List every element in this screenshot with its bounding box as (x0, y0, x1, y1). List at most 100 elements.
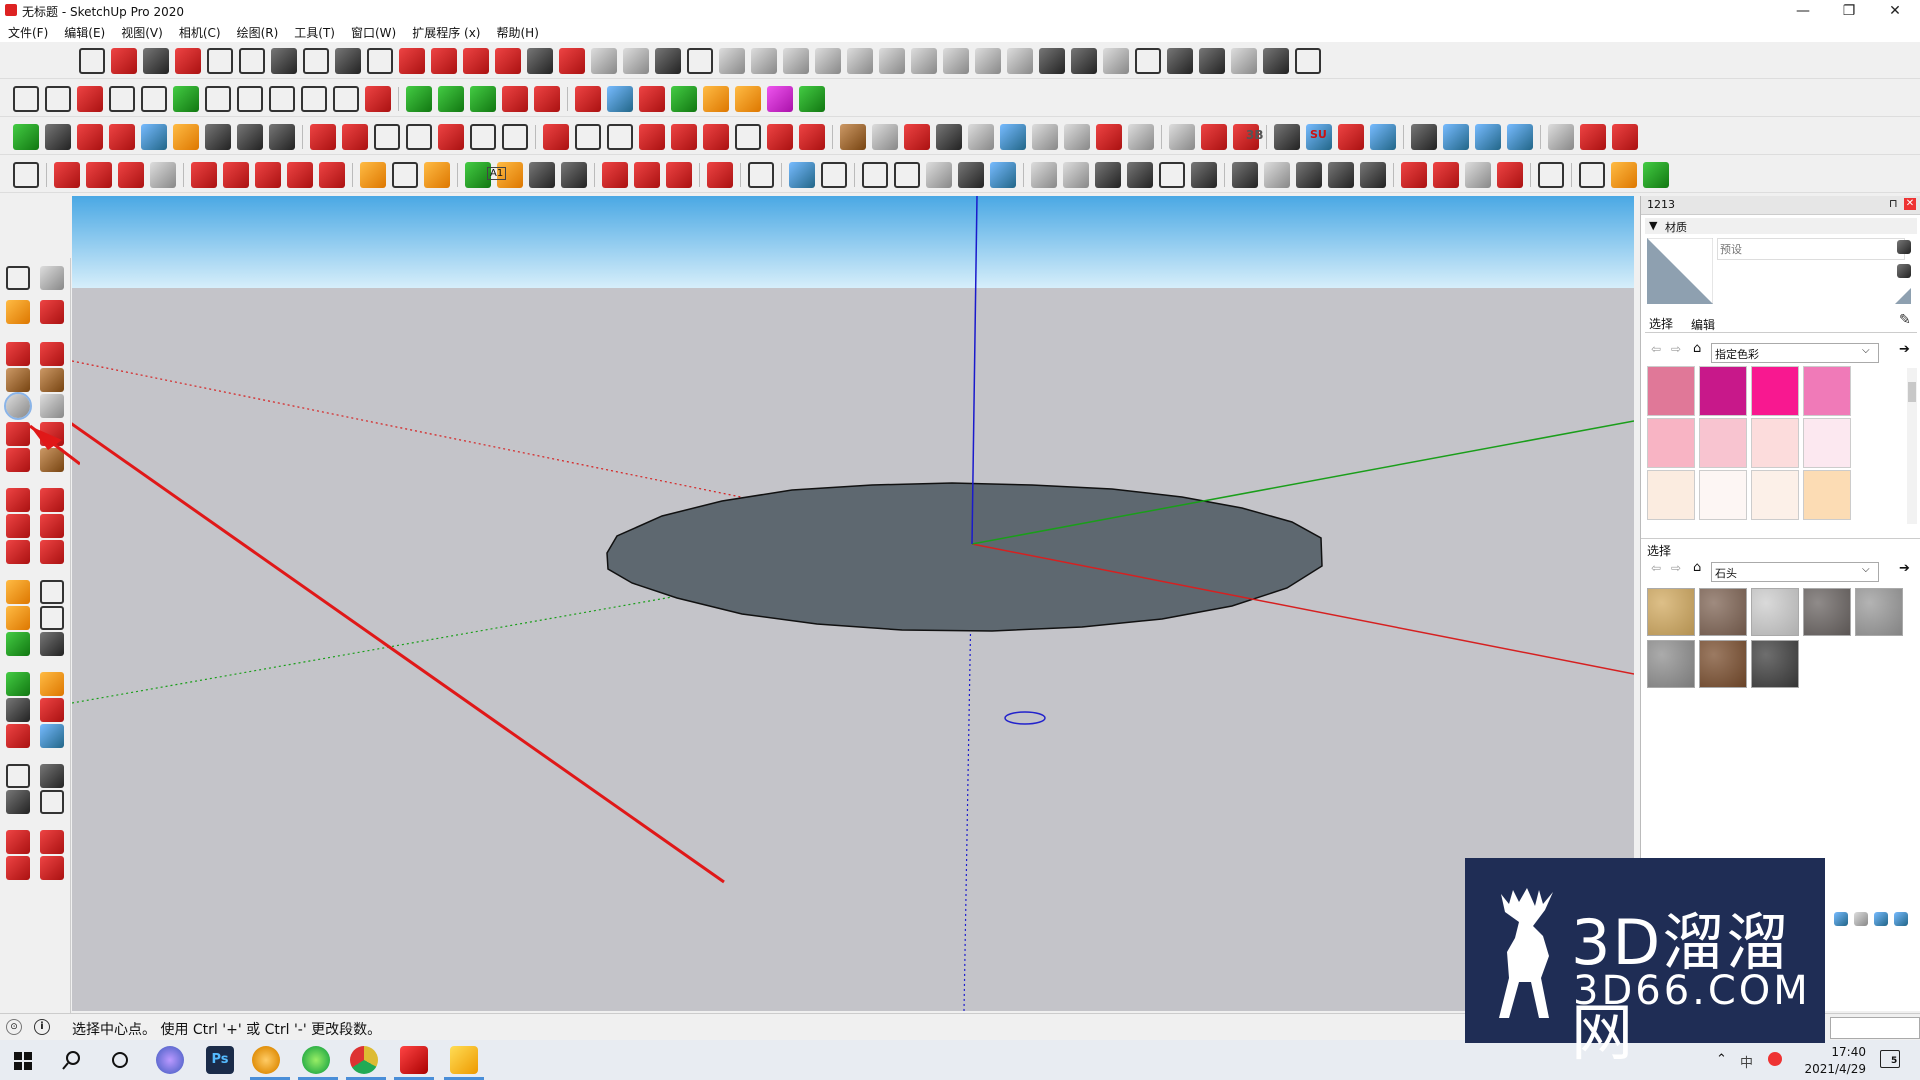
shirt-icon[interactable] (1874, 912, 1888, 926)
walk-icon[interactable] (205, 124, 231, 150)
fan-2-icon[interactable] (847, 48, 873, 74)
select-icon[interactable] (6, 266, 30, 290)
texture-swatch[interactable] (1751, 640, 1799, 688)
iso-icon[interactable] (1031, 162, 1057, 188)
details-arrow-icon[interactable]: ➔ (1899, 342, 1910, 357)
zoom-extents-2-icon[interactable] (561, 162, 587, 188)
details-arrow-icon-2[interactable]: ➔ (1899, 561, 1910, 576)
photoshop-app-icon[interactable]: Ps (206, 1046, 234, 1074)
keyboard-icon[interactable] (1834, 912, 1848, 926)
look-icon[interactable] (237, 124, 263, 150)
freehand-2-icon[interactable] (40, 342, 64, 366)
notification-icon[interactable]: 5 (1880, 1050, 1900, 1068)
materials-header[interactable]: ▼ 材质 (1645, 218, 1917, 234)
chair-icon[interactable] (310, 124, 336, 150)
color-swatch[interactable] (1803, 366, 1851, 416)
triangle-icon[interactable] (559, 48, 585, 74)
component-icon[interactable] (1295, 48, 1321, 74)
rotate-icon[interactable] (287, 162, 313, 188)
geo-location-icon[interactable]: ⊙ (6, 1019, 22, 1035)
rect-icon[interactable] (205, 86, 231, 112)
move-2-icon[interactable] (6, 488, 30, 512)
palm-icon[interactable] (655, 48, 681, 74)
lasso-icon[interactable] (703, 124, 729, 150)
select-arrow-icon[interactable] (13, 162, 39, 188)
tab-select[interactable]: 选择 (1649, 315, 1673, 332)
flower-icon[interactable] (1096, 124, 1122, 150)
menu-file[interactable]: 文件(F) (0, 24, 56, 41)
freehand-icon[interactable] (86, 162, 112, 188)
pin-icon[interactable]: ⊓ (1889, 197, 1898, 210)
ruby-2-icon[interactable] (40, 856, 64, 880)
column-icon[interactable] (591, 48, 617, 74)
cube-blue-3-icon[interactable] (1507, 124, 1533, 150)
previous-view-icon[interactable] (40, 724, 64, 748)
home-icon[interactable]: ⌂ (1693, 341, 1701, 356)
push-f-icon[interactable] (767, 86, 793, 112)
texture-swatch[interactable] (1647, 588, 1695, 636)
extension-2-icon[interactable] (6, 856, 30, 880)
file-explorer-icon[interactable] (450, 1046, 478, 1074)
menu-camera[interactable]: 相机(C) (171, 24, 229, 41)
arch-icon[interactable] (975, 48, 1001, 74)
curve-4-icon[interactable] (109, 86, 135, 112)
measurements-box[interactable] (1830, 1017, 1920, 1039)
render-3-icon[interactable] (1465, 162, 1491, 188)
window-2-icon[interactable] (1612, 124, 1638, 150)
bars-icon[interactable] (438, 124, 464, 150)
shield-icon[interactable] (1579, 162, 1605, 188)
color-swatch[interactable] (1647, 418, 1695, 468)
push-r-icon[interactable] (639, 86, 665, 112)
layer-icon[interactable] (1264, 162, 1290, 188)
fence-icon[interactable] (623, 48, 649, 74)
rectangle-icon[interactable] (6, 368, 30, 392)
corner-icon[interactable] (399, 48, 425, 74)
user-icon[interactable] (748, 162, 774, 188)
color-swatch[interactable] (1751, 470, 1799, 520)
brush-icon[interactable] (1128, 124, 1154, 150)
wall-icon[interactable] (1039, 48, 1065, 74)
octagon-icon[interactable] (438, 86, 464, 112)
push-pull-icon[interactable] (191, 162, 217, 188)
color-swatch[interactable] (1751, 418, 1799, 468)
windows-start-icon[interactable] (14, 1052, 32, 1070)
xray-icon[interactable] (789, 162, 815, 188)
stack-icon[interactable] (1000, 124, 1026, 150)
text-2-icon[interactable] (40, 606, 64, 630)
monochrome-icon[interactable] (990, 162, 1016, 188)
color-swatch[interactable] (1803, 418, 1851, 468)
scale-2-icon[interactable] (6, 540, 30, 564)
stair-2-icon[interactable] (943, 48, 969, 74)
color-swatch[interactable] (1751, 366, 1799, 416)
forward-icon-2[interactable]: ⇨ (1671, 561, 1681, 575)
menu-tools[interactable]: 工具(T) (286, 24, 343, 41)
layer-4-icon[interactable] (1360, 162, 1386, 188)
grid-icon[interactable] (1894, 912, 1908, 926)
push-n-icon[interactable] (703, 86, 729, 112)
box-2-icon[interactable] (840, 124, 866, 150)
hatch-2-icon[interactable] (1199, 48, 1225, 74)
home-icon-2[interactable]: ⌂ (1693, 560, 1701, 575)
default-material-icon[interactable] (1895, 288, 1911, 304)
section-plane-icon[interactable] (40, 790, 64, 814)
offset-icon[interactable] (40, 540, 64, 564)
library-select-stone[interactable]: 石头 ⌵ (1711, 562, 1879, 582)
panel-2-icon[interactable] (502, 124, 528, 150)
draw-line-icon[interactable] (79, 48, 105, 74)
slope-icon[interactable] (783, 48, 809, 74)
warehouse-icon[interactable] (602, 162, 628, 188)
axes-icon[interactable] (6, 632, 30, 656)
tab-edit[interactable]: 编辑 (1691, 316, 1715, 333)
column-2-icon[interactable] (1135, 48, 1161, 74)
push-v-icon[interactable] (671, 86, 697, 112)
color-swatch[interactable] (1647, 366, 1695, 416)
shaded-texture-icon[interactable] (958, 162, 984, 188)
curve-2-icon[interactable] (45, 86, 71, 112)
badge-3b[interactable]: 3B (1246, 128, 1264, 142)
swatch-scrollbar[interactable] (1907, 368, 1917, 524)
look-around-icon[interactable] (40, 764, 64, 788)
forward-icon[interactable]: ⇨ (1671, 342, 1681, 356)
spiral-icon[interactable] (237, 86, 263, 112)
tree-icon[interactable] (799, 86, 825, 112)
zoom-3-icon[interactable] (6, 698, 30, 722)
